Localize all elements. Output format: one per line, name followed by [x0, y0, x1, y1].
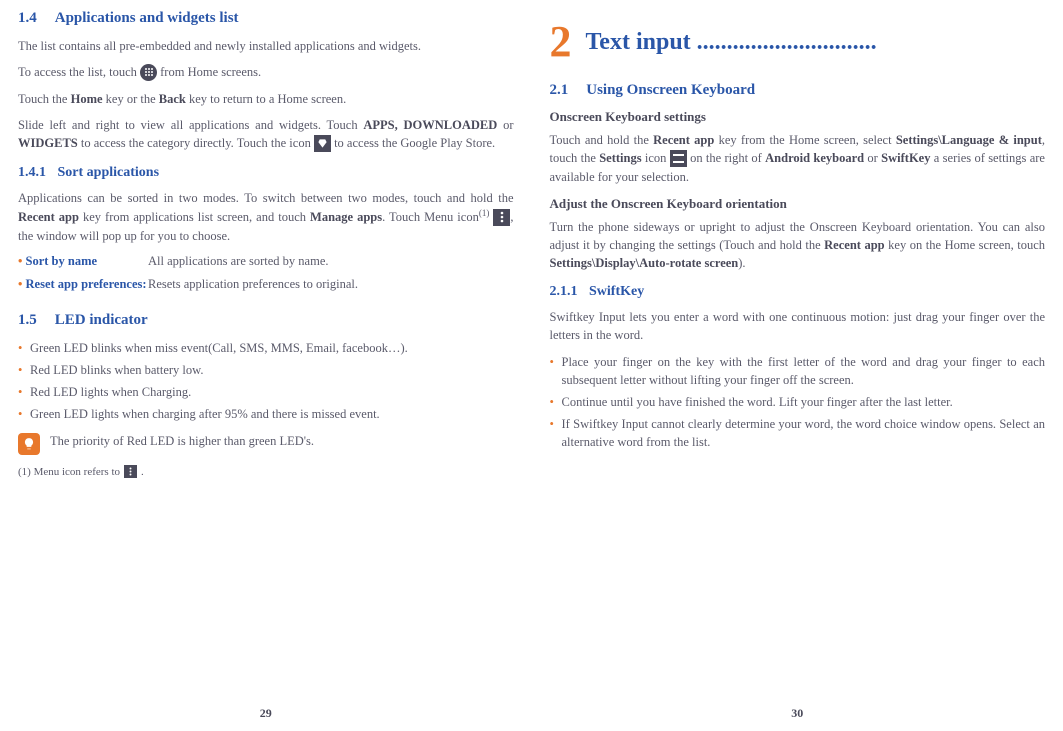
list-item: Continue until you have finished the wor…	[550, 393, 1046, 411]
paragraph: Turn the phone sideways or upright to ad…	[550, 218, 1046, 272]
definition-label: Reset app preferences:	[18, 276, 148, 294]
list-item: Red LED blinks when battery low.	[18, 361, 514, 379]
paragraph: Touch and hold the Recent app key from t…	[550, 131, 1046, 186]
subheading-keyboard-settings: Onscreen Keyboard settings	[550, 109, 1046, 125]
heading-num: 1.4	[18, 10, 37, 27]
subheading-keyboard-orientation: Adjust the Onscreen Keyboard orientation	[550, 196, 1046, 212]
paragraph: Swiftkey Input lets you enter a word wit…	[550, 308, 1046, 344]
paragraph: To access the list, touch from Home scre…	[18, 63, 514, 82]
lightbulb-icon	[18, 433, 40, 455]
footnote: (1) Menu icon refers to .	[18, 465, 514, 478]
heading-num: 2.1	[550, 82, 569, 99]
paragraph: Touch the Home key or the Back key to re…	[18, 90, 514, 108]
heading-num: 2.1.1	[550, 284, 578, 299]
heading-title: Sort applications	[58, 165, 160, 180]
definition-label: Sort by name	[18, 253, 148, 271]
led-list: Green LED blinks when miss event(Call, S…	[18, 339, 514, 424]
settings-sliders-icon	[670, 150, 687, 167]
heading-1-5: 1.5 LED indicator	[18, 312, 514, 329]
page-content: 1.4 Applications and widgets list The li…	[18, 10, 514, 698]
chapter-number: 2	[550, 20, 572, 64]
list-item: Place your finger on the key with the fi…	[550, 353, 1046, 389]
note: The priority of Red LED is higher than g…	[18, 433, 514, 455]
page-number: 30	[550, 706, 1046, 721]
page-29: 1.4 Applications and widgets list The li…	[0, 10, 532, 721]
chapter-header: 2 Text input ...........................…	[550, 20, 1046, 64]
heading-2-1: 2.1 Using Onscreen Keyboard	[550, 82, 1046, 99]
definition-reset-app: Reset app preferences: Resets applicatio…	[18, 276, 514, 294]
paragraph: Slide left and right to view all applica…	[18, 116, 514, 153]
list-item: Red LED lights when Charging.	[18, 383, 514, 401]
definition-value: Resets application preferences to origin…	[148, 276, 514, 294]
list-item: Green LED blinks when miss event(Call, S…	[18, 339, 514, 357]
chapter-title: Text input .............................…	[586, 29, 1046, 56]
paragraph: The list contains all pre-embedded and n…	[18, 37, 514, 55]
definition-sort-by-name: Sort by name All applications are sorted…	[18, 253, 514, 271]
list-item: Green LED lights when charging after 95%…	[18, 405, 514, 423]
heading-num: 1.4.1	[18, 165, 46, 180]
heading-1-4: 1.4 Applications and widgets list	[18, 10, 514, 27]
page-content: 2 Text input ...........................…	[550, 10, 1046, 698]
heading-1-4-1: 1.4.1 Sort applications	[18, 165, 514, 181]
heading-title: Applications and widgets list	[55, 10, 239, 27]
heading-title: Using Onscreen Keyboard	[586, 82, 755, 99]
apps-grid-icon	[140, 64, 157, 81]
definition-value: All applications are sorted by name.	[148, 253, 514, 271]
menu-overflow-icon	[124, 465, 137, 478]
note-text: The priority of Red LED is higher than g…	[50, 433, 314, 455]
heading-title: LED indicator	[55, 312, 148, 329]
paragraph: Applications can be sorted in two modes.…	[18, 189, 514, 245]
heading-num: 1.5	[18, 312, 37, 329]
menu-overflow-icon	[493, 209, 510, 226]
heading-2-1-1: 2.1.1 SwiftKey	[550, 284, 1046, 300]
play-store-icon	[314, 135, 331, 152]
page-number: 29	[18, 706, 514, 721]
page-30: 2 Text input ...........................…	[532, 10, 1063, 721]
swiftkey-list: Place your finger on the key with the fi…	[550, 353, 1046, 452]
heading-title: SwiftKey	[589, 284, 644, 299]
list-item: If Swiftkey Input cannot clearly determi…	[550, 415, 1046, 451]
